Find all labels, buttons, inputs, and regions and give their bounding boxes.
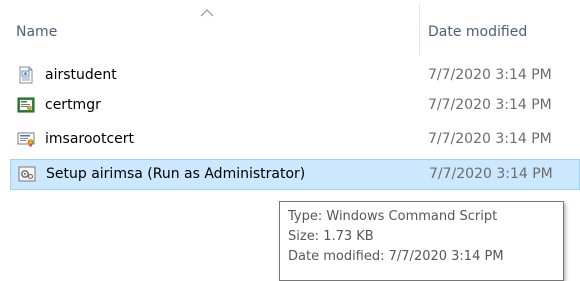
file-row-setup-airimsa[interactable]: Setup airimsa (Run as Administrator) 7/7… (10, 159, 580, 190)
settings-file-icon (17, 66, 35, 84)
tooltip-size: Size: 1.73 KB (288, 229, 374, 244)
file-date-modified: 7/7/2020 3:14 PM (428, 131, 552, 147)
certmgr-app-icon (17, 96, 35, 114)
tooltip-date-modified: Date modified: 7/7/2020 3:14 PM (288, 249, 504, 264)
column-header-date-modified[interactable]: Date modified (428, 18, 527, 46)
chevron-up-icon (200, 2, 214, 21)
file-date-modified: 7/7/2020 3:14 PM (428, 97, 552, 113)
file-name: Setup airimsa (Run as Administrator) (46, 166, 306, 182)
file-name: imsarootcert (45, 131, 135, 147)
certificate-file-icon (17, 130, 35, 148)
file-name: airstudent (45, 67, 117, 83)
file-name: certmgr (45, 97, 101, 113)
file-info-tooltip: Type: Windows Command Script Size: 1.73 … (279, 201, 564, 281)
column-divider[interactable] (419, 4, 420, 56)
command-script-icon (18, 165, 36, 183)
column-header-bar: Name Date modified (0, 0, 580, 58)
file-row-airstudent[interactable]: airstudent 7/7/2020 3:14 PM (0, 60, 580, 90)
column-header-name[interactable]: Name (16, 18, 57, 46)
file-date-modified: 7/7/2020 3:14 PM (429, 166, 553, 182)
tooltip-type: Type: Windows Command Script (288, 209, 498, 224)
file-row-certmgr[interactable]: certmgr 7/7/2020 3:14 PM (0, 90, 580, 120)
file-date-modified: 7/7/2020 3:14 PM (428, 67, 552, 83)
file-row-imsarootcert[interactable]: imsarootcert 7/7/2020 3:14 PM (0, 124, 580, 154)
